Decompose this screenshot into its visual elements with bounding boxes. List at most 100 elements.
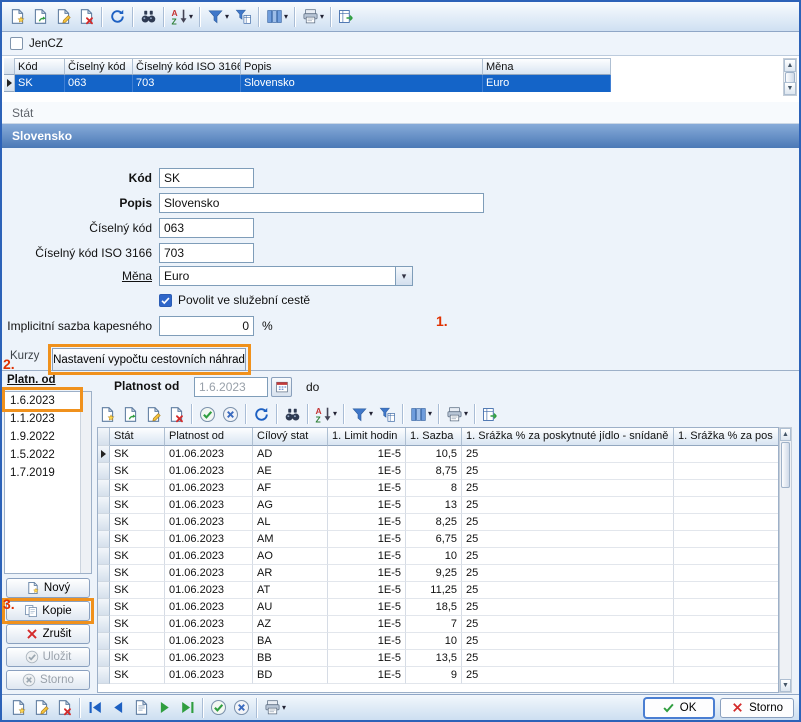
popis-input[interactable]: Slovensko	[159, 193, 484, 213]
ok-button[interactable]: OK	[644, 698, 714, 718]
rates-row[interactable]: SK01.06.2023AL1E-58,2525	[98, 514, 778, 531]
kapesne-input[interactable]: 0	[159, 316, 254, 336]
scroll-up-button[interactable]: ▲	[780, 428, 791, 441]
storno-button[interactable]: Storno	[720, 698, 794, 718]
rates-column-header[interactable]: 1. Srážka % za poskytnuté jídlo - snídan…	[462, 428, 674, 446]
top-grid-column-header[interactable]: Kód	[15, 58, 65, 75]
popis-label: Popis	[2, 193, 152, 213]
cancel-button[interactable]	[219, 402, 242, 426]
calendar-button[interactable]	[271, 377, 292, 397]
top-grid-column-header[interactable]: Měna	[483, 58, 611, 75]
print-button[interactable]: ▾	[299, 5, 327, 29]
sort-az-button[interactable]: AZ▾	[168, 5, 196, 29]
doc-open-button[interactable]	[119, 402, 142, 426]
povolit-checkbox[interactable]	[159, 294, 172, 307]
rates-column-header[interactable]: Cílový stat	[253, 428, 328, 446]
nav-next-button[interactable]	[153, 696, 176, 720]
mena-dropdown-button[interactable]: ▾	[396, 266, 413, 286]
kurzy-date-item[interactable]: 1.7.2019	[5, 464, 91, 482]
rates-column-header[interactable]: 1. Srážka % za pos	[674, 428, 779, 446]
rates-row[interactable]: SK01.06.2023AR1E-59,2525	[98, 565, 778, 582]
rates-column-header[interactable]: 1. Limit hodin	[328, 428, 406, 446]
apply-button[interactable]	[196, 402, 219, 426]
refresh-button[interactable]	[106, 5, 129, 29]
rates-row[interactable]: SK01.06.2023AG1E-51325	[98, 497, 778, 514]
kurzy-scrollbar[interactable]	[80, 392, 91, 573]
kod-input[interactable]: SK	[159, 168, 254, 188]
rates-column-header[interactable]: 1. Sazba	[406, 428, 462, 446]
jencz-checkbox[interactable]	[10, 37, 23, 50]
doc-open-button[interactable]	[29, 5, 52, 29]
mena-combo[interactable]: Euro	[159, 266, 396, 286]
filter-advanced-button[interactable]	[376, 402, 399, 426]
nav-last-button[interactable]	[176, 696, 199, 720]
ciselny-kod-input[interactable]: 063	[159, 218, 254, 238]
apply-button[interactable]	[207, 696, 230, 720]
kurzy-date-item[interactable]: 1.1.2023	[5, 410, 91, 428]
rates-row[interactable]: SK01.06.2023AZ1E-5725	[98, 616, 778, 633]
print-button[interactable]: ▾	[443, 402, 471, 426]
rates-column-header[interactable]: Stát	[110, 428, 165, 446]
export-button[interactable]	[479, 402, 502, 426]
top-grid-scrollbar[interactable]: ▲ ▼	[783, 58, 797, 96]
iso-kod-value: 703	[164, 246, 184, 260]
doc-delete-button[interactable]	[165, 402, 188, 426]
print-button[interactable]: ▾	[261, 696, 289, 720]
rates-row[interactable]: SK01.06.2023AM1E-56,7525	[98, 531, 778, 548]
search-button[interactable]	[281, 402, 304, 426]
side-button-zrusit[interactable]: Zrušit	[6, 624, 90, 644]
doc-new-icon	[26, 581, 40, 595]
kurzy-date-item[interactable]: 1.9.2022	[5, 428, 91, 446]
platn-od-column-header[interactable]: Platn. od	[7, 374, 56, 386]
doc-delete-button[interactable]	[53, 696, 76, 720]
platnost-od-input[interactable]: 1.6.2023	[194, 377, 268, 397]
side-button-novy[interactable]: Nový	[6, 578, 90, 598]
filter-button[interactable]: ▾	[204, 5, 232, 29]
povolit-row: Povolit ve služební cestě	[159, 293, 310, 307]
doc-edit-button[interactable]	[52, 5, 75, 29]
rates-row[interactable]: SK01.06.2023BB1E-513,525	[98, 650, 778, 667]
side-button-kopie[interactable]: Kopie	[6, 601, 90, 621]
filter-advanced-button[interactable]	[232, 5, 255, 29]
rates-row[interactable]: SK01.06.2023AE1E-58,7525	[98, 463, 778, 480]
rates-row[interactable]: SK01.06.2023AO1E-51025	[98, 548, 778, 565]
cancel-button[interactable]	[230, 696, 253, 720]
sort-az-button[interactable]: AZ▾	[312, 402, 340, 426]
rates-column-header[interactable]: Platnost od	[165, 428, 253, 446]
mena-label[interactable]: Měna	[2, 266, 152, 286]
columns-button[interactable]: ▾	[407, 402, 435, 426]
scroll-up-button[interactable]: ▲	[784, 59, 796, 72]
nav-first-button[interactable]	[84, 696, 107, 720]
export-button[interactable]	[335, 5, 358, 29]
search-button[interactable]	[137, 5, 160, 29]
top-grid-column-header[interactable]: Číselný kód	[65, 58, 133, 75]
rates-row[interactable]: SK01.06.2023AU1E-518,525	[98, 599, 778, 616]
kurzy-date-item[interactable]: 1.5.2022	[5, 446, 91, 464]
rates-row[interactable]: SK01.06.2023BD1E-5925	[98, 667, 778, 684]
filter-button[interactable]: ▾	[348, 402, 376, 426]
scroll-down-button[interactable]: ▼	[780, 679, 791, 692]
columns-button[interactable]: ▾	[263, 5, 291, 29]
top-grid-column-header[interactable]: Číselný kód ISO 3166	[133, 58, 241, 75]
scroll-down-button[interactable]: ▼	[784, 82, 796, 95]
doc-edit-button[interactable]	[142, 402, 165, 426]
rates-row[interactable]: SK01.06.2023AF1E-5825	[98, 480, 778, 497]
doc-delete-button[interactable]	[75, 5, 98, 29]
refresh-button[interactable]	[250, 402, 273, 426]
travel-settings-tab[interactable]: Nastavení vypočtu cestovních náhrad	[52, 348, 246, 371]
rates-row[interactable]: SK01.06.2023BA1E-51025	[98, 633, 778, 650]
iso-kod-input[interactable]: 703	[159, 243, 254, 263]
kurzy-date-item[interactable]: 1.6.2023	[5, 392, 91, 410]
doc-new-button[interactable]	[96, 402, 119, 426]
doc-new-button[interactable]	[6, 5, 29, 29]
doc-edit-button[interactable]	[30, 696, 53, 720]
top-grid-row[interactable]: SK063703SlovenskoEuro	[4, 75, 611, 92]
rates-row[interactable]: SK01.06.2023AD1E-510,525	[98, 446, 778, 463]
nav-form-button[interactable]	[130, 696, 153, 720]
rates-row[interactable]: SK01.06.2023AT1E-511,2525	[98, 582, 778, 599]
doc-new-button[interactable]	[7, 696, 30, 720]
scroll-thumb[interactable]	[781, 442, 790, 488]
rates-scrollbar[interactable]: ▲ ▼	[779, 427, 792, 693]
top-grid-column-header[interactable]: Popis	[241, 58, 483, 75]
nav-prev-button[interactable]	[107, 696, 130, 720]
